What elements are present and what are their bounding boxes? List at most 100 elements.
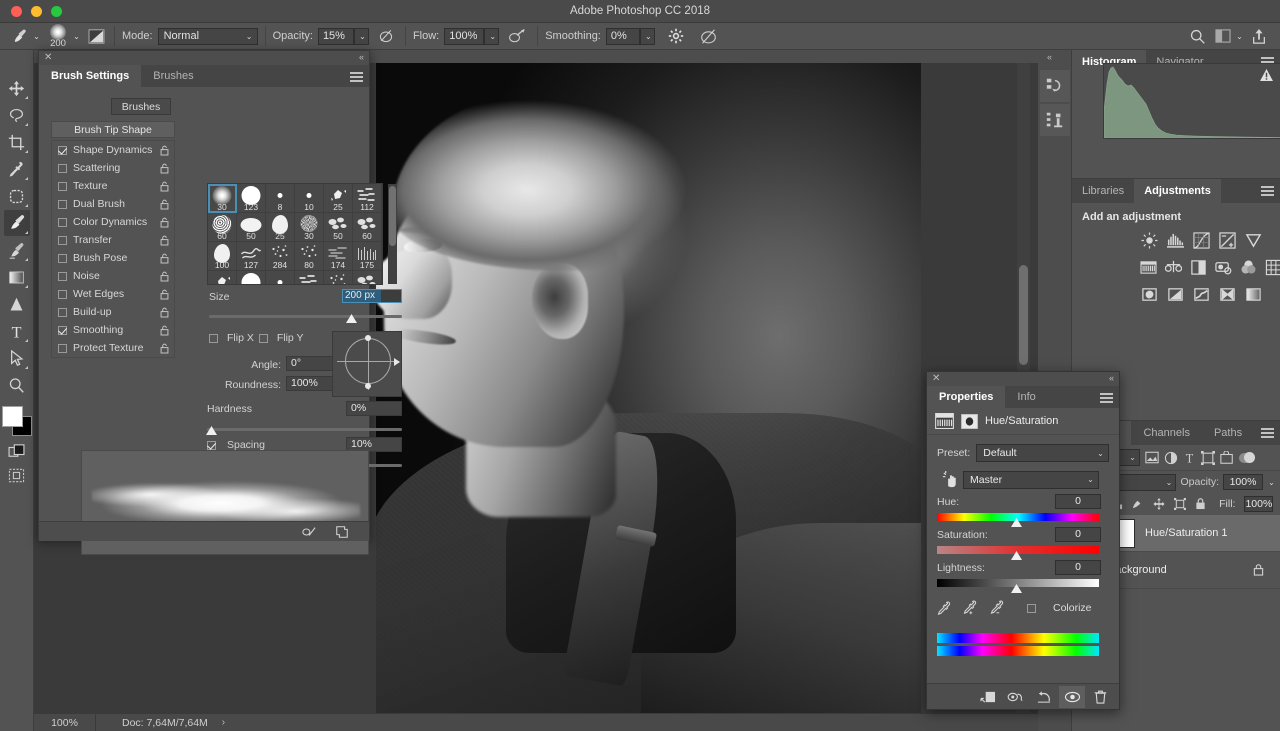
symmetry-button[interactable] [695, 28, 723, 45]
dynamics-checkbox[interactable] [58, 343, 67, 353]
layer-lock-icon[interactable] [1253, 564, 1264, 576]
close-icon[interactable]: ✕ [932, 373, 940, 384]
dynamics-row[interactable]: Texture [52, 177, 174, 195]
brush-tip-cell[interactable]: 30 [295, 213, 324, 242]
eyedropper-tool[interactable] [4, 156, 30, 182]
hardness-input[interactable]: 0% [346, 401, 402, 416]
saturation-slider-track[interactable] [937, 546, 1099, 554]
histogram-panel[interactable]: Histogram Navigator [1072, 50, 1280, 178]
clone-stamp-tool[interactable] [4, 237, 30, 263]
dynamics-row[interactable]: Build-up [52, 303, 174, 321]
tab-brushes[interactable]: Brushes [141, 65, 205, 87]
hue-slider-track[interactable] [937, 513, 1099, 521]
brush-tip-cell[interactable] [208, 271, 237, 284]
foreground-color-swatch[interactable] [1, 406, 23, 427]
dynamics-checkbox[interactable] [58, 199, 67, 209]
dynamics-checkbox[interactable] [58, 163, 67, 173]
zoom-level[interactable]: 100% [34, 713, 96, 731]
lock-icon[interactable] [160, 199, 169, 210]
toggle-brush-panel-icon[interactable] [85, 26, 107, 46]
curves-icon[interactable] [1192, 231, 1210, 249]
eyedropper-plus-icon[interactable] [963, 600, 979, 616]
dynamics-checkbox[interactable] [58, 325, 67, 335]
clip-to-layer-icon[interactable] [975, 686, 1001, 708]
brush-tip-grid[interactable]: 30 123 8 10 25 112 60 50 25 30 50 60 100 127 284 80 174 1… [207, 183, 383, 285]
brush-tip-cell[interactable]: 60 [353, 213, 382, 242]
dynamics-checkbox[interactable] [58, 253, 67, 263]
brush-tips-scrollbar[interactable] [389, 186, 396, 246]
pressure-opacity-button[interactable] [374, 28, 398, 44]
patch-tool[interactable] [4, 183, 30, 209]
blur-tool[interactable] [4, 291, 30, 317]
tab-properties[interactable]: Properties [927, 386, 1006, 408]
smoothing-dropdown[interactable]: ⌄ [639, 27, 655, 45]
type-tool[interactable]: T [4, 318, 30, 344]
color-swatches[interactable] [1, 406, 32, 436]
dynamics-row[interactable]: Protect Texture [52, 339, 174, 357]
saturation-input[interactable]: 0 [1055, 527, 1101, 542]
lock-icon[interactable] [160, 307, 169, 318]
lock-all-icon[interactable] [1195, 498, 1206, 510]
workspace-icon[interactable] [1211, 29, 1235, 43]
lightness-input[interactable]: 0 [1055, 560, 1101, 575]
smoothing-options-gear-button[interactable] [663, 28, 689, 44]
brush-tip-cell[interactable]: 174 [324, 242, 353, 271]
tab-libraries[interactable]: Libraries [1072, 179, 1134, 203]
brush-tip-cell[interactable]: 127 [237, 242, 266, 271]
brush-tool-options-icon[interactable] [8, 24, 32, 48]
collapse-icon[interactable]: « [359, 52, 364, 62]
filter-adjustment-icon[interactable] [1164, 451, 1178, 465]
dynamics-row[interactable]: Noise [52, 267, 174, 285]
lock-image-icon[interactable] [1132, 498, 1144, 510]
brush-tip-cell[interactable]: 25 [324, 184, 353, 213]
brush-tip-cell[interactable]: 123 [237, 184, 266, 213]
brush-tip-cell[interactable] [266, 271, 295, 284]
brush-tip-cell[interactable]: 112 [353, 184, 382, 213]
lock-icon[interactable] [160, 325, 169, 336]
view-previous-state-icon[interactable] [1003, 686, 1029, 708]
properties-panel-menu-icon[interactable] [1100, 393, 1113, 405]
blend-mode-dropdown[interactable]: Normal ⌄ [157, 27, 258, 45]
channel-dropdown[interactable]: Master ⌄ [963, 470, 1099, 489]
photo-filter-icon[interactable] [1215, 258, 1232, 276]
dynamics-row[interactable]: Dual Brush [52, 195, 174, 213]
brush-tip-cell[interactable]: 8 [266, 184, 295, 213]
collapse-icon[interactable]: « [1109, 373, 1114, 383]
dynamics-checkbox[interactable] [58, 145, 67, 155]
brush-preset-chevron-icon[interactable]: ⌄ [32, 32, 41, 41]
dynamics-row[interactable]: Scattering [52, 159, 174, 177]
move-tool[interactable] [4, 75, 30, 101]
adjustments-panel-menu-icon[interactable] [1261, 186, 1274, 198]
brush-tip-cell[interactable] [237, 271, 266, 284]
brightness-contrast-icon[interactable] [1140, 231, 1158, 249]
document-image[interactable] [376, 63, 921, 713]
dynamics-row[interactable]: Brush Pose [52, 249, 174, 267]
color-range-ramp-bottom[interactable] [937, 646, 1099, 656]
gradient-map-icon[interactable] [1244, 285, 1262, 303]
lock-icon[interactable] [160, 163, 169, 174]
flip-x-checkbox[interactable] [209, 333, 218, 343]
preset-dropdown[interactable]: Default ⌄ [976, 444, 1109, 462]
brushes-button[interactable]: Brushes [111, 98, 171, 115]
crop-tool[interactable] [4, 129, 30, 155]
tab-paths[interactable]: Paths [1202, 421, 1254, 445]
lock-icon[interactable] [160, 253, 169, 264]
angle-input[interactable]: 0° [286, 356, 338, 371]
smoothing-input[interactable]: 0% [605, 27, 640, 45]
brush-panel-dragbar[interactable]: ✕ « [39, 51, 369, 65]
brush-tip-cell[interactable]: 50 [324, 213, 353, 242]
history-panel-icon[interactable] [1039, 70, 1070, 102]
filter-shape-icon[interactable] [1201, 450, 1215, 465]
flow-dropdown[interactable]: ⌄ [484, 27, 500, 45]
brush-tip-cell[interactable] [353, 271, 382, 284]
levels-icon[interactable] [1166, 231, 1184, 249]
brush-tip-cell[interactable]: 80 [295, 242, 324, 271]
tab-info[interactable]: Info [1005, 386, 1047, 408]
lock-icon[interactable] [160, 271, 169, 282]
color-lookup-icon[interactable] [1265, 258, 1280, 276]
tab-brush-settings[interactable]: Brush Settings [39, 65, 142, 87]
brush-settings-panel[interactable]: ✕ « Brush Settings Brushes Brushes Brush… [38, 50, 402, 555]
lock-icon[interactable] [160, 217, 169, 228]
path-selection-tool[interactable] [4, 345, 30, 371]
dynamics-checkbox[interactable] [58, 289, 67, 299]
